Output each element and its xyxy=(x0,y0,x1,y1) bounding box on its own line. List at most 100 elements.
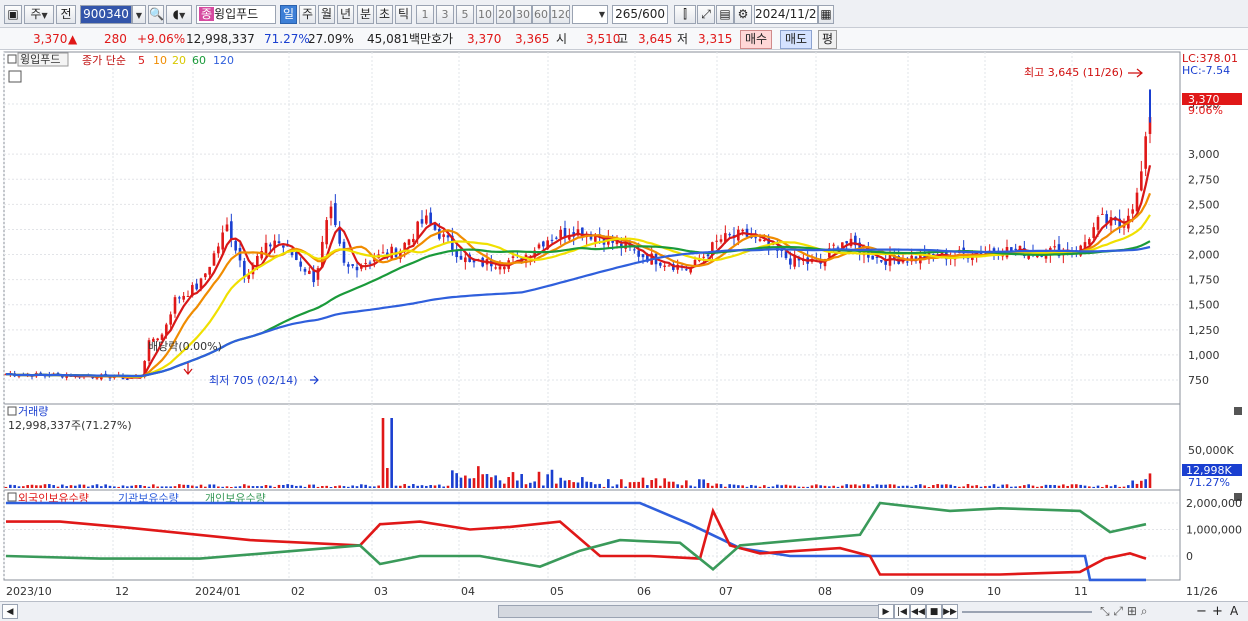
volume-bar xyxy=(182,484,185,488)
volume-bar xyxy=(628,482,632,488)
interval-3[interactable]: 3 xyxy=(436,5,454,24)
volume-bar xyxy=(676,484,679,488)
volume-bar xyxy=(953,485,957,488)
interval-30[interactable]: 30 xyxy=(514,5,532,24)
buy-button[interactable]: 매수 xyxy=(740,30,773,49)
volume-bar xyxy=(65,486,68,488)
zoom-out-icon[interactable]: − xyxy=(1196,604,1207,619)
volume-bar xyxy=(87,486,90,488)
volume-bar xyxy=(1131,480,1134,488)
volume-bar xyxy=(1118,486,1121,488)
speaker-icon[interactable]: ◖▼ xyxy=(166,5,192,24)
interval-60[interactable]: 60 xyxy=(532,5,550,24)
period-second[interactable]: 초 xyxy=(376,5,393,24)
count-field[interactable]: 265/600 xyxy=(612,5,668,24)
candle-body xyxy=(225,224,229,232)
calendar-icon[interactable]: ▦ xyxy=(818,5,834,24)
candle-body xyxy=(641,254,645,258)
volume-bar xyxy=(173,486,177,488)
volume-bar xyxy=(988,485,991,488)
candle-body xyxy=(555,237,558,239)
price-tick-label: 3,000 xyxy=(1188,148,1220,161)
candle-body xyxy=(381,252,385,254)
volume-bar xyxy=(992,484,996,488)
scroll-right-arrow[interactable]: ▶ xyxy=(878,604,894,619)
period-tick[interactable]: 틱 xyxy=(395,5,412,24)
period-week[interactable]: 주 xyxy=(299,5,316,24)
candle-body xyxy=(264,242,268,255)
period-day[interactable]: 일 xyxy=(280,5,297,24)
volume-bar xyxy=(126,486,129,488)
stock-chart[interactable]: 윙입푸드 종가 단순 5 10 20 60 120 LC:378.01 HC:-… xyxy=(0,51,1248,601)
candle-body xyxy=(1140,171,1143,191)
search-icon[interactable]: 🔍 xyxy=(148,5,164,24)
volume-bar xyxy=(338,485,341,488)
save-icon[interactable]: ▤ xyxy=(716,5,734,24)
volume-bar xyxy=(719,484,723,488)
scroll-left-arrow[interactable]: ◀ xyxy=(2,604,18,619)
average-button[interactable]: 평 xyxy=(818,30,838,49)
period-minute[interactable]: 분 xyxy=(357,5,374,24)
stock-code-input[interactable]: 900340 xyxy=(80,5,132,24)
scroll-thumb[interactable] xyxy=(498,605,882,618)
volume-bar xyxy=(871,486,874,488)
period-month[interactable]: 월 xyxy=(318,5,335,24)
up-arrow-icon: ▲ xyxy=(68,32,78,46)
auto-scale-button[interactable]: A xyxy=(1230,604,1238,618)
volume-bar xyxy=(26,485,29,488)
low-label: 저 xyxy=(677,32,689,46)
volume-bar xyxy=(849,484,853,488)
volume-bar xyxy=(61,484,64,488)
volume-bar xyxy=(832,485,835,488)
volume-bar xyxy=(984,486,987,488)
quote-label: 호가 xyxy=(431,32,454,46)
chart-scrollbar[interactable]: ◀ ▶ |◀ ◀◀ ■ ▶▶ ⤡ ⤢ ⊞ ⌕ − + A xyxy=(0,601,1248,621)
date-field[interactable]: 2024/11/26 xyxy=(754,5,818,24)
volume-bar xyxy=(546,474,549,488)
fast-forward-button[interactable]: ▶▶ xyxy=(942,604,958,619)
gear-icon[interactable]: ⚙ xyxy=(734,5,752,24)
sell-button[interactable]: 매도 xyxy=(780,30,813,49)
code-dropdown-icon[interactable]: ▼ xyxy=(132,5,146,24)
x-tick-label: 04 xyxy=(461,585,475,598)
interval-5[interactable]: 5 xyxy=(456,5,474,24)
volume-bar xyxy=(602,486,606,488)
stock-name-field[interactable]: 종 윙입푸드 xyxy=(196,5,276,24)
zoom-track[interactable] xyxy=(962,611,1092,613)
period-year[interactable]: 년 xyxy=(337,5,354,24)
volume-bar xyxy=(771,486,775,488)
volume-bar xyxy=(152,484,155,488)
drawing-tools-icon[interactable]: ⤡ ⤢ ⊞ ⌕ xyxy=(1100,604,1147,619)
zoom-in-icon[interactable]: + xyxy=(1212,604,1223,619)
interval-20[interactable]: 20 xyxy=(496,5,514,24)
draw-tool-icon[interactable]: ⤢ xyxy=(697,5,715,24)
interval-10[interactable]: 10 xyxy=(476,5,494,24)
interval-1[interactable]: 1 xyxy=(416,5,434,24)
volume-bar xyxy=(611,486,614,488)
candle-body xyxy=(1101,213,1104,215)
volume-bar xyxy=(568,480,571,488)
volume-close-icon[interactable] xyxy=(1234,407,1242,415)
volume-bar xyxy=(1001,484,1004,488)
stop-button[interactable]: ■ xyxy=(926,604,942,619)
volume-bar xyxy=(17,486,21,488)
prev-button[interactable]: 전 xyxy=(56,5,76,24)
rewind-button[interactable]: ◀◀ xyxy=(910,604,926,619)
calculator-icon[interactable] xyxy=(8,70,22,83)
chart-toolbar: ▣ 주▼ 전 900340 ▼ 🔍 ◖▼ 종 윙입푸드 일 주 월 년 분 초 틱… xyxy=(0,0,1248,28)
volume-bar xyxy=(1005,484,1009,488)
candle-body xyxy=(1144,136,1147,169)
volume-bar xyxy=(43,484,47,488)
custom-interval-input[interactable]: ▼ xyxy=(572,5,608,24)
jump-start-button[interactable]: |◀ xyxy=(894,604,910,619)
window-menu-icon[interactable]: ▣ xyxy=(4,5,22,24)
candle-type-icon[interactable]: ⫿ xyxy=(674,5,696,24)
candle-body xyxy=(459,255,463,260)
volume-title: 거래량 xyxy=(18,405,48,418)
volume-bar xyxy=(875,484,879,488)
market-select[interactable]: 주▼ xyxy=(24,5,54,24)
volume-bar xyxy=(520,474,523,488)
volume-bar xyxy=(139,485,142,488)
interval-120[interactable]: 120 xyxy=(550,5,570,24)
volume-bar xyxy=(594,484,597,488)
